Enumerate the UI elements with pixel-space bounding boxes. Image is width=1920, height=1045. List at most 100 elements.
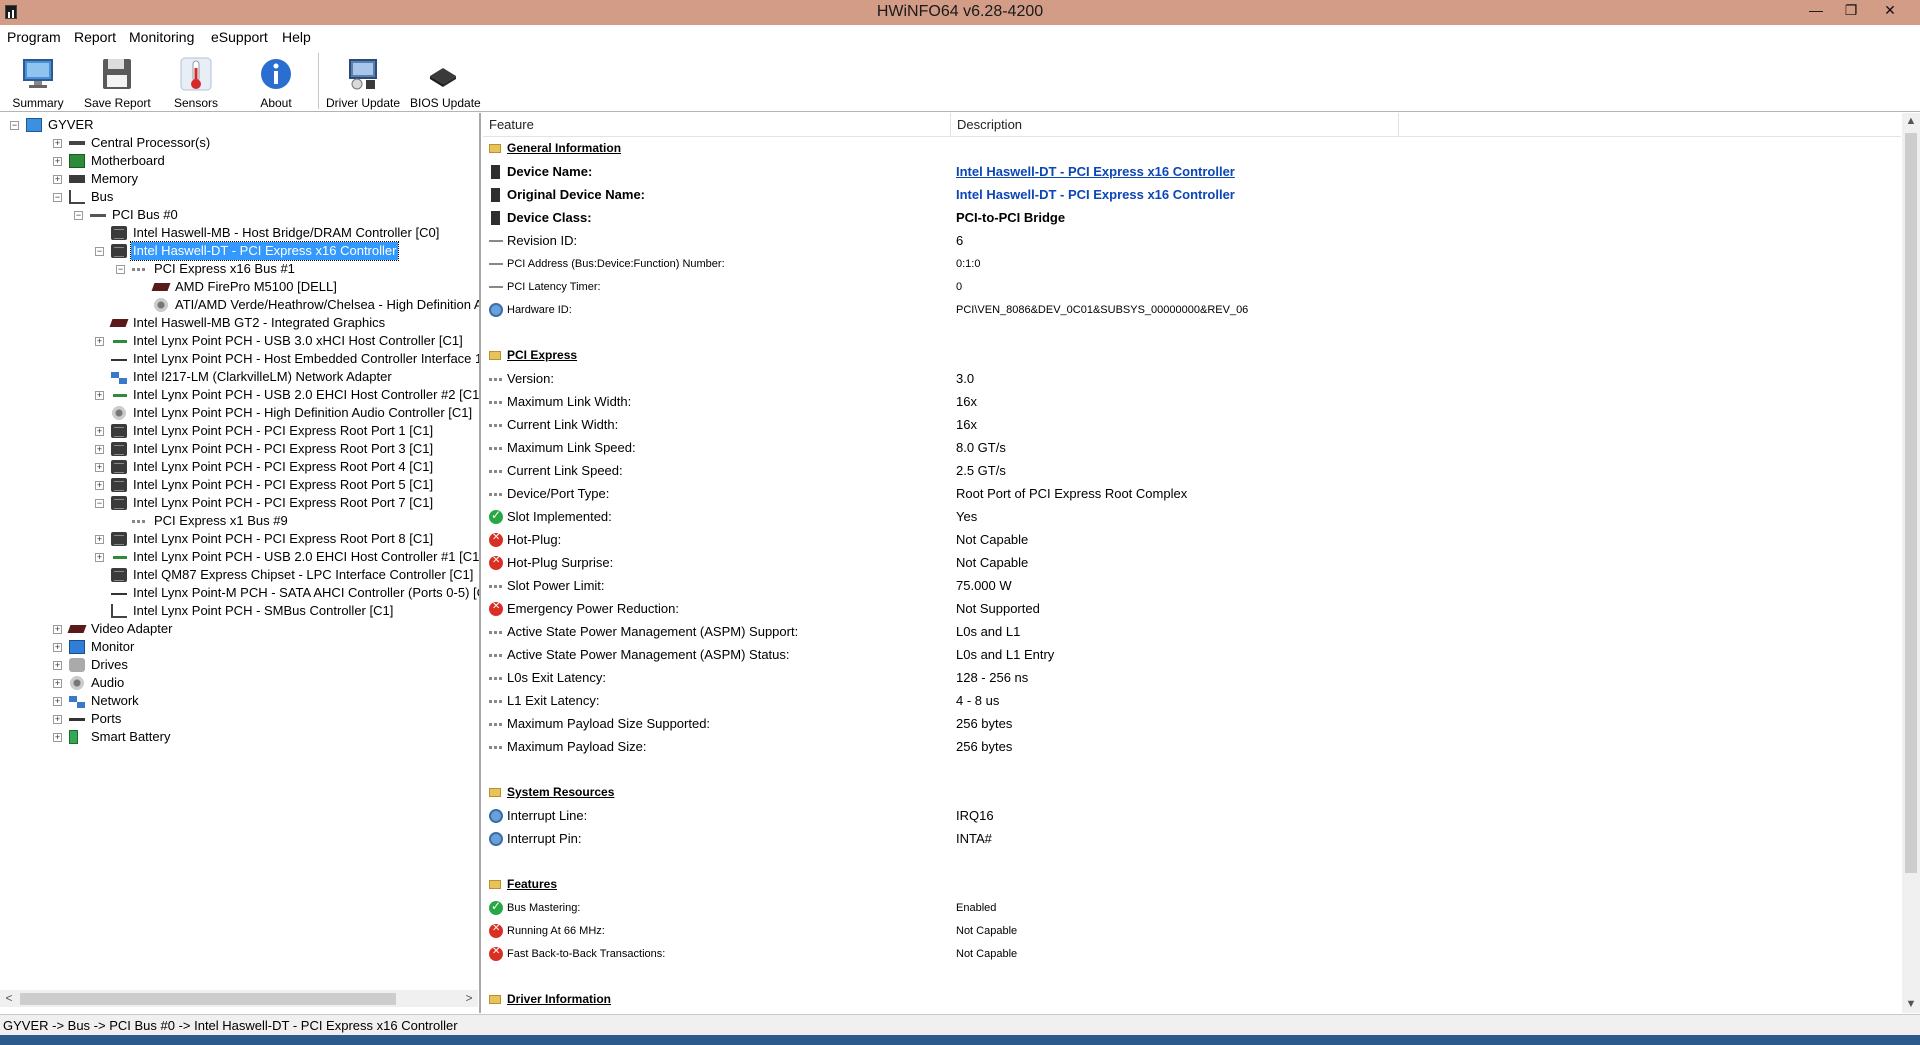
tree-node[interactable]: + Ports xyxy=(0,710,478,728)
tree-node[interactable]: − PCI Express x16 Bus #1 xyxy=(0,260,478,278)
sensors-button[interactable]: Sensors xyxy=(172,54,220,110)
tree-node[interactable]: + Intel Lynx Point PCH - PCI Express Root… xyxy=(0,530,478,548)
detail-row[interactable]: Current Link Speed: 2.5 GT/s xyxy=(483,460,1901,482)
expand-icon[interactable]: + xyxy=(53,625,62,634)
tree-node[interactable]: Intel Lynx Point PCH - SMBus Controller … xyxy=(0,602,478,620)
about-button[interactable]: About xyxy=(256,54,296,110)
tree-node[interactable]: + Central Processor(s) xyxy=(0,134,478,152)
summary-button[interactable]: Summary xyxy=(8,54,68,110)
tree-node[interactable]: + Intel Lynx Point PCH - USB 2.0 EHCI Hos… xyxy=(0,386,479,404)
tree-node[interactable]: + Drives xyxy=(0,656,478,674)
scroll-up-icon[interactable]: ▲ xyxy=(1902,113,1920,130)
scroll-left-icon[interactable]: < xyxy=(0,990,18,1007)
tree-node[interactable]: Intel Lynx Point PCH - High Definition A… xyxy=(0,404,478,422)
detail-row[interactable]: Maximum Payload Size Supported: 256 bytes xyxy=(483,713,1901,735)
bios-update-button[interactable]: BIOS Update xyxy=(410,54,481,110)
expand-icon[interactable]: + xyxy=(95,391,104,400)
tree-node[interactable]: − Intel Haswell-DT - PCI Express x16 Cont… xyxy=(0,241,478,261)
detail-row[interactable]: Version: 3.0 xyxy=(483,368,1901,390)
detail-row[interactable]: L1 Exit Latency: 4 - 8 us xyxy=(483,690,1901,712)
menu-program[interactable]: Program xyxy=(7,29,61,45)
minimize-button[interactable]: — xyxy=(1799,0,1833,22)
scroll-thumb[interactable] xyxy=(1905,133,1917,873)
save-report-button[interactable]: Save Report xyxy=(84,54,151,110)
tree-node[interactable]: + Video Adapter xyxy=(0,620,478,638)
section-header[interactable]: System Resources xyxy=(483,782,1901,804)
description-column-header[interactable]: Description xyxy=(957,117,1022,132)
detail-row[interactable]: Maximum Link Width: 16x xyxy=(483,391,1901,413)
detail-row[interactable]: Maximum Payload Size: 256 bytes xyxy=(483,736,1901,758)
section-header[interactable]: Driver Information xyxy=(483,989,1901,1011)
expand-icon[interactable]: + xyxy=(53,643,62,652)
expand-icon[interactable]: + xyxy=(53,661,62,670)
tree-node[interactable]: AMD FirePro M5100 [DELL] xyxy=(0,278,478,296)
detail-row[interactable]: Original Device Name: Intel Haswell-DT - … xyxy=(483,184,1901,206)
expand-icon[interactable]: + xyxy=(95,535,104,544)
expand-icon[interactable]: + xyxy=(53,715,62,724)
tree-node[interactable]: + Smart Battery xyxy=(0,728,478,746)
detail-row[interactable]: L0s Exit Latency: 128 - 256 ns xyxy=(483,667,1901,689)
tree-node[interactable]: + Intel Lynx Point PCH - PCI Express Root… xyxy=(0,476,478,494)
detail-row[interactable]: Device/Port Type: Root Port of PCI Expres… xyxy=(483,483,1901,505)
tree-node[interactable]: + Intel Lynx Point PCH - USB 3.0 xHCI Hos… xyxy=(0,332,478,350)
tree-node[interactable]: + Motherboard xyxy=(0,152,478,170)
tree-node[interactable]: + Intel Lynx Point PCH - PCI Express Root… xyxy=(0,422,478,440)
column-separator[interactable] xyxy=(950,113,951,137)
tree-node[interactable]: Intel Haswell-MB GT2 - Integrated Graphi… xyxy=(0,314,478,332)
detail-row[interactable]: Device Name: Intel Haswell-DT - PCI Expre… xyxy=(483,161,1901,183)
detail-row[interactable]: Active State Power Management (ASPM) Sup… xyxy=(483,621,1901,643)
tree-node[interactable]: Intel QM87 Express Chipset - LPC Interfa… xyxy=(0,566,478,584)
horizontal-scrollbar[interactable]: < > xyxy=(0,990,478,1007)
section-header[interactable]: Features xyxy=(483,874,1901,896)
detail-row[interactable]: Running At 66 MHz: Not Capable xyxy=(483,920,1901,942)
expand-icon[interactable]: + xyxy=(53,697,62,706)
tree-node[interactable]: − Bus xyxy=(0,188,478,206)
tree-node[interactable]: ATI/AMD Verde/Heathrow/Chelsea - High De… xyxy=(0,296,479,314)
scroll-thumb[interactable] xyxy=(20,993,396,1005)
collapse-icon[interactable]: − xyxy=(10,121,19,130)
tree-node[interactable]: − Intel Lynx Point PCH - PCI Express Root… xyxy=(0,494,478,512)
detail-row[interactable]: Emergency Power Reduction: Not Supported xyxy=(483,598,1901,620)
collapse-icon[interactable]: − xyxy=(95,499,104,508)
collapse-icon[interactable]: − xyxy=(95,247,104,256)
restore-button[interactable]: ❐ xyxy=(1834,0,1868,22)
tree-node[interactable]: + Intel Lynx Point PCH - PCI Express Root… xyxy=(0,440,478,458)
tree-node[interactable]: − PCI Bus #0 xyxy=(0,206,478,224)
menu-help[interactable]: Help xyxy=(282,29,311,45)
expand-icon[interactable]: + xyxy=(95,427,104,436)
expand-icon[interactable]: + xyxy=(53,733,62,742)
detail-row[interactable]: PCI Latency Timer: 0 xyxy=(483,276,1901,298)
detail-row[interactable]: Maximum Link Speed: 8.0 GT/s xyxy=(483,437,1901,459)
tree-node[interactable]: Intel Lynx Point-M PCH - SATA AHCI Contr… xyxy=(0,584,479,602)
expand-icon[interactable]: + xyxy=(53,157,62,166)
detail-row[interactable]: Hot-Plug: Not Capable xyxy=(483,529,1901,551)
expand-icon[interactable]: + xyxy=(95,553,104,562)
detail-row[interactable]: Revision ID: 6 xyxy=(483,230,1901,252)
tree-node[interactable]: + Monitor xyxy=(0,638,478,656)
expand-icon[interactable]: + xyxy=(95,445,104,454)
tree-node[interactable]: − GYVER xyxy=(0,116,478,134)
detail-row[interactable]: Device Class: PCI-to-PCI Bridge xyxy=(483,207,1901,229)
tree-node[interactable]: PCI Express x1 Bus #9 xyxy=(0,512,478,530)
vertical-scrollbar[interactable]: ▲ ▼ xyxy=(1902,113,1920,1013)
collapse-icon[interactable]: − xyxy=(53,193,62,202)
tree-node[interactable]: Intel I217-LM (ClarkvilleLM) Network Ada… xyxy=(0,368,478,386)
expand-icon[interactable]: + xyxy=(53,175,62,184)
device-name-link[interactable]: Intel Haswell-DT - PCI Express x16 Contr… xyxy=(956,164,1235,179)
close-button[interactable]: ✕ xyxy=(1873,0,1907,22)
driver-update-button[interactable]: Driver Update xyxy=(326,54,400,110)
detail-row[interactable]: Fast Back-to-Back Transactions: Not Capab… xyxy=(483,943,1901,965)
tree-node[interactable]: + Intel Lynx Point PCH - PCI Express Root… xyxy=(0,458,478,476)
detail-row[interactable]: Active State Power Management (ASPM) Sta… xyxy=(483,644,1901,666)
tree-node[interactable]: Intel Haswell-MB - Host Bridge/DRAM Cont… xyxy=(0,224,478,242)
tree-node[interactable]: Intel Lynx Point PCH - Host Embedded Con… xyxy=(0,350,479,368)
section-header[interactable]: General Information xyxy=(483,138,1901,160)
detail-row[interactable]: Slot Power Limit: 75.000 W xyxy=(483,575,1901,597)
detail-row[interactable]: PCI Address (Bus:Device:Function) Number… xyxy=(483,253,1901,275)
detail-row[interactable]: Interrupt Line: IRQ16 xyxy=(483,805,1901,827)
detail-row[interactable]: Hot-Plug Surprise: Not Capable xyxy=(483,552,1901,574)
tree-node[interactable]: + Memory xyxy=(0,170,478,188)
menu-monitoring[interactable]: Monitoring xyxy=(129,29,194,45)
detail-row[interactable]: Current Link Width: 16x xyxy=(483,414,1901,436)
expand-icon[interactable]: + xyxy=(95,337,104,346)
